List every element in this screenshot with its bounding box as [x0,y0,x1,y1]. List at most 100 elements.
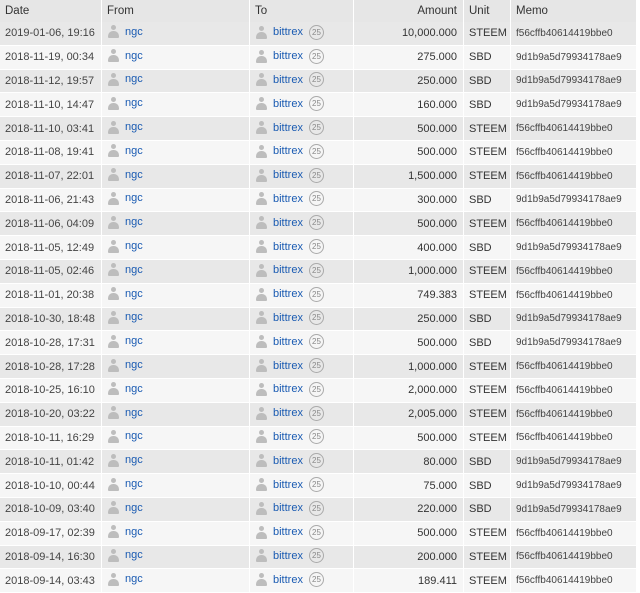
from-account-link[interactable]: ngc [125,430,143,442]
header-date[interactable]: Date [0,0,102,22]
to-account-link[interactable]: bittrex [273,122,303,134]
from-account-link[interactable]: ngc [125,192,143,204]
to-account-link[interactable]: bittrex [273,526,303,538]
table-row: 2018-11-12, 19:57 ngc bittrex 25 250.000… [0,69,637,94]
memo-cell: f56cffb40614419bbe0 [511,22,637,46]
to-account-link[interactable]: bittrex [273,241,303,253]
to-account-link[interactable]: bittrex [273,407,303,419]
to-account-link[interactable]: bittrex [273,193,303,205]
to-account-link[interactable]: bittrex [273,455,303,467]
to-cell: bittrex 25 [250,402,354,427]
from-account-link[interactable]: ngc [125,526,143,538]
from-account-link[interactable]: ngc [125,264,143,276]
from-account: ngc [107,572,143,586]
to-account-link[interactable]: bittrex [273,312,303,324]
from-account-link[interactable]: ngc [125,26,143,38]
to-account-link[interactable]: bittrex [273,74,303,86]
from-account-link[interactable]: ngc [125,216,143,228]
to-account-link[interactable]: bittrex [273,264,303,276]
from-account-link[interactable]: ngc [125,502,143,514]
from-account-link[interactable]: ngc [125,97,143,109]
table-row: 2018-11-06, 21:43 ngc bittrex 25 300.000… [0,188,637,213]
unit-cell: STEEM [464,545,511,570]
user-icon [107,525,120,539]
table-row: 2018-10-25, 16:10 ngc bittrex 25 2,000.0… [0,378,637,403]
header-amount[interactable]: Amount [354,0,464,22]
table-row: 2018-11-19, 00:34 ngc bittrex 25 275.000… [0,45,637,70]
from-account-link[interactable]: ngc [125,454,143,466]
to-cell: bittrex 25 [250,569,354,593]
to-account-link[interactable]: bittrex [273,574,303,586]
to-cell: bittrex 25 [250,307,354,332]
reputation-badge: 25 [308,143,324,159]
to-account-link[interactable]: bittrex [273,145,303,157]
to-account-link[interactable]: bittrex [273,431,303,443]
amount-cell: 200.000 [354,545,464,570]
unit-cell: STEEM [464,259,511,284]
from-account-link[interactable]: ngc [125,288,143,300]
from-cell: ngc [102,307,250,332]
from-cell: ngc [102,117,250,141]
from-account-link[interactable]: ngc [125,240,143,252]
to-account-link[interactable]: bittrex [273,50,303,62]
header-unit[interactable]: Unit [464,0,511,22]
to-account-link[interactable]: bittrex [273,169,303,181]
date-cell: 2018-11-10, 03:41 [0,117,102,141]
from-account: ngc [107,501,143,515]
amount-cell: 275.000 [354,45,464,70]
to-account: bittrex 25 [255,572,324,588]
to-account-link[interactable]: bittrex [273,98,303,110]
unit-cell: STEEM [464,426,511,451]
unit-cell: STEEM [464,378,511,403]
table-row: 2018-10-28, 17:31 ngc bittrex 25 500.000… [0,331,637,356]
from-account-link[interactable]: ngc [125,359,143,371]
from-account-link[interactable]: ngc [125,478,143,490]
table-row: 2018-10-30, 18:48 ngc bittrex 25 250.000… [0,307,637,332]
from-account-link[interactable]: ngc [125,407,143,419]
to-account-link[interactable]: bittrex [273,217,303,229]
memo-cell: 9d1b9a5d79934178ae9 [511,497,637,522]
amount-cell: 250.000 [354,307,464,332]
header-to[interactable]: To [250,0,354,22]
from-account-link[interactable]: ngc [125,335,143,347]
user-icon [255,573,268,587]
from-account-link[interactable]: ngc [125,383,143,395]
amount-cell: 500.000 [354,521,464,546]
to-account-link[interactable]: bittrex [273,479,303,491]
header-memo[interactable]: Memo [511,0,637,22]
from-account-link[interactable]: ngc [125,145,143,157]
reputation-badge: 25 [308,262,324,278]
unit-cell: STEEM [464,22,511,46]
to-account-link[interactable]: bittrex [273,360,303,372]
reputation-badge: 25 [308,24,324,40]
to-account-link[interactable]: bittrex [273,336,303,348]
unit-cell: STEEM [464,521,511,546]
to-cell: bittrex 25 [250,283,354,308]
to-account-link[interactable]: bittrex [273,383,303,395]
unit-cell: SBD [464,45,511,70]
amount-cell: 500.000 [354,331,464,356]
to-account-link[interactable]: bittrex [273,288,303,300]
header-from[interactable]: From [102,0,250,22]
to-account-link[interactable]: bittrex [273,550,303,562]
reputation-badge: 25 [308,48,324,64]
from-account-link[interactable]: ngc [125,169,143,181]
from-account-link[interactable]: ngc [125,311,143,323]
to-cell: bittrex 25 [250,259,354,284]
to-account-link[interactable]: bittrex [273,26,303,38]
from-account-link[interactable]: ngc [125,573,143,585]
date-cell: 2018-10-30, 18:48 [0,307,102,332]
from-cell: ngc [102,378,250,403]
amount-cell: 80.000 [354,450,464,475]
from-account: ngc [107,334,143,348]
to-cell: bittrex 25 [250,45,354,70]
from-account-link[interactable]: ngc [125,549,143,561]
to-account: bittrex 25 [255,167,324,183]
from-account-link[interactable]: ngc [125,50,143,62]
reputation-badge: 25 [308,72,324,88]
unit-cell: SBD [464,188,511,213]
to-account-link[interactable]: bittrex [273,502,303,514]
from-account-link[interactable]: ngc [125,73,143,85]
date-cell: 2018-11-06, 21:43 [0,188,102,213]
from-account-link[interactable]: ngc [125,121,143,133]
